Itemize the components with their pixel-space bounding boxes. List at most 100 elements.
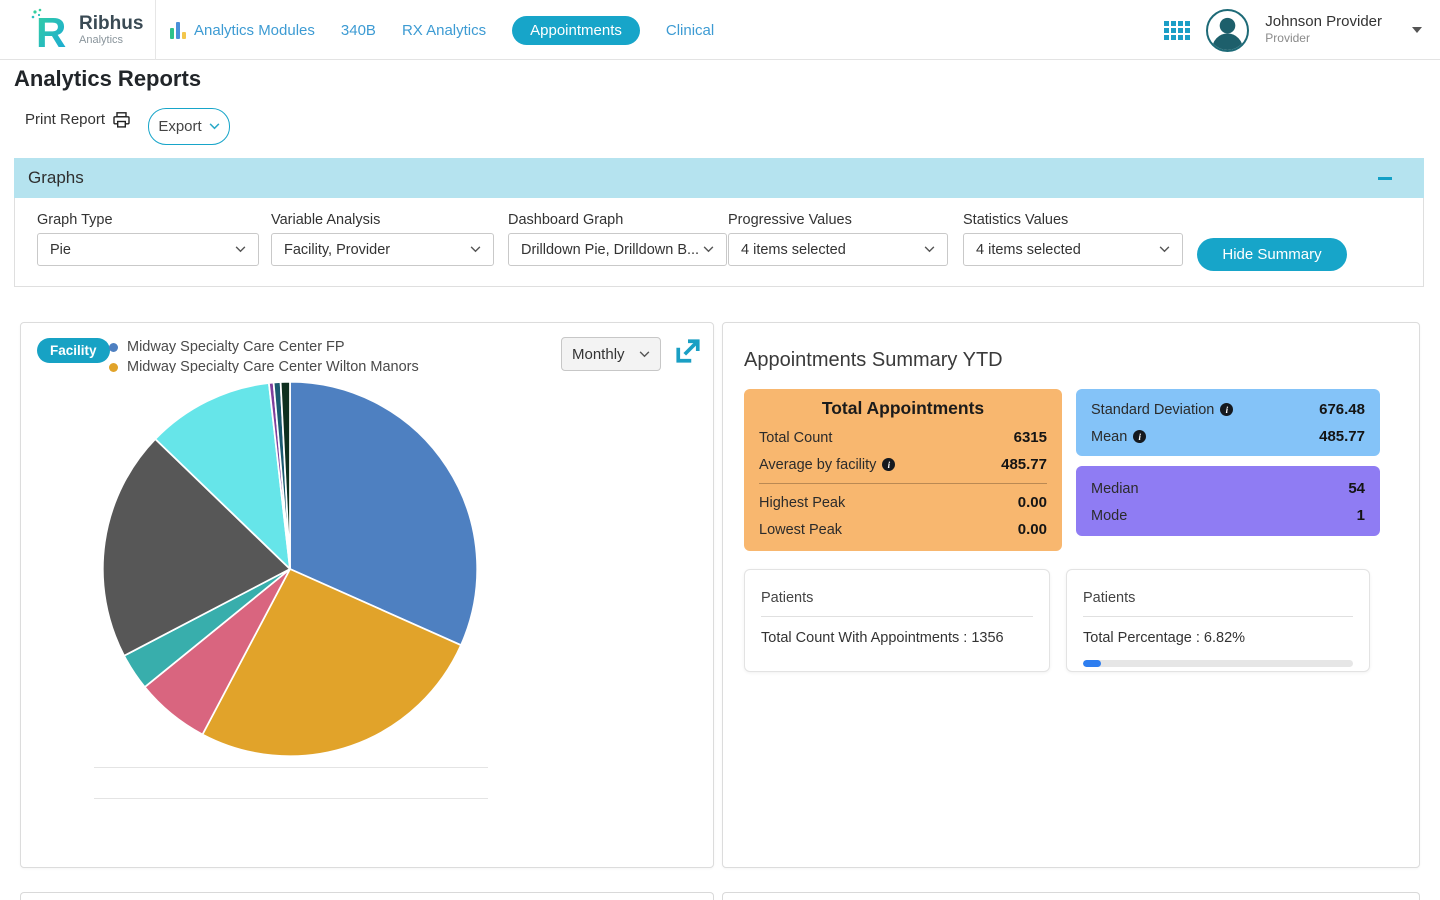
stat-row: Mean i 485.77 [1091, 423, 1365, 450]
stat-row: Average by facility i 485.77 [759, 451, 1047, 478]
expand-chart-icon[interactable] [675, 338, 701, 364]
print-report-button[interactable]: Print Report [25, 111, 130, 128]
page-title: Analytics Reports [14, 66, 201, 92]
nav-label: Analytics Modules [194, 22, 315, 39]
collapse-minus-icon[interactable] [1378, 177, 1392, 180]
apps-grid-icon[interactable] [1164, 21, 1190, 40]
nav-340b[interactable]: 340B [341, 22, 376, 39]
user-info: Johnson Provider Provider [1265, 13, 1382, 47]
chart-legend: Midway Specialty Care Center FP Midway S… [109, 337, 419, 373]
percentage-progress-fill [1083, 660, 1101, 667]
chevron-down-icon [703, 246, 714, 253]
hide-summary-button[interactable]: Hide Summary [1197, 238, 1347, 271]
graphs-panel-header[interactable]: Graphs [14, 158, 1424, 198]
stat-label: Average by facility [759, 457, 876, 473]
stat-row: Total Count 6315 [759, 424, 1047, 451]
info-icon[interactable]: i [1220, 403, 1233, 416]
user-role: Provider [1265, 30, 1382, 47]
statistics-values-select[interactable]: 4 items selected [963, 233, 1183, 266]
stat-row: Standard Deviation i 676.48 [1091, 396, 1365, 423]
legend-label: Midway Specialty Care Center Wilton Mano… [127, 359, 419, 373]
drilldown-divider [94, 798, 488, 799]
filters-panel: Graph Type Pie Variable Analysis Facilit… [14, 198, 1424, 287]
select-value: 4 items selected [976, 242, 1081, 258]
export-label: Export [158, 118, 201, 135]
app-header: R Ribhus Analytics Analytics Modules 340… [0, 0, 1440, 60]
user-menu-caret-icon[interactable] [1412, 27, 1422, 33]
user-avatar[interactable] [1206, 9, 1249, 52]
stat-label: Highest Peak [759, 495, 845, 511]
export-button[interactable]: Export [148, 108, 230, 145]
drilldown-divider [94, 767, 488, 768]
chevron-down-icon [470, 246, 481, 253]
patients-card-title: Patients [1083, 570, 1353, 617]
facility-badge[interactable]: Facility [37, 338, 110, 363]
graph-type-select[interactable]: Pie [37, 233, 259, 266]
legend-item[interactable]: Midway Specialty Care Center Wilton Mano… [109, 357, 419, 373]
progressive-values-select[interactable]: 4 items selected [728, 233, 948, 266]
select-value: Pie [50, 242, 71, 258]
select-value: Monthly [572, 346, 625, 363]
stat-label: Total Count [759, 430, 832, 446]
median-mode-box: Median 54 Mode 1 [1076, 466, 1380, 536]
header-right: Johnson Provider Provider [1164, 0, 1422, 60]
pie-chart-card: Facility Midway Specialty Care Center FP… [20, 322, 714, 868]
pie-chart [96, 375, 484, 763]
chevron-down-icon [1159, 246, 1170, 253]
patients-card-title: Patients [761, 570, 1033, 617]
select-value: 4 items selected [741, 242, 846, 258]
stat-row: Lowest Peak 0.00 [759, 516, 1047, 543]
brand-subtitle: Analytics [79, 34, 143, 47]
chevron-down-icon [209, 123, 220, 130]
bar-chart-icon [170, 21, 186, 39]
deviation-mean-box: Standard Deviation i 676.48 Mean i 485.7… [1076, 389, 1380, 456]
stat-value: 676.48 [1319, 401, 1365, 418]
info-icon[interactable]: i [882, 458, 895, 471]
ribhus-logo-icon: R [30, 7, 72, 53]
legend-item[interactable]: Midway Specialty Care Center FP [109, 337, 419, 357]
brand-section[interactable]: R Ribhus Analytics [0, 0, 156, 60]
printer-icon [113, 112, 130, 128]
total-box-title: Total Appointments [759, 398, 1047, 419]
chevron-down-icon [639, 351, 650, 358]
nav-rx-analytics[interactable]: RX Analytics [402, 22, 486, 39]
patients-card-text: Total Count With Appointments : 1356 [761, 617, 1033, 646]
nav-appointments-active[interactable]: Appointments [512, 16, 640, 45]
variable-analysis-select[interactable]: Facility, Provider [271, 233, 494, 266]
period-select[interactable]: Monthly [561, 337, 661, 371]
filter-label: Dashboard Graph [508, 212, 623, 228]
patients-card-text: Total Percentage : 6.82% [1083, 617, 1353, 646]
appointments-summary-card: Appointments Summary YTD Total Appointme… [722, 322, 1420, 868]
chevron-down-icon [924, 246, 935, 253]
filter-label: Graph Type [37, 212, 113, 228]
stat-value: 54 [1348, 480, 1365, 497]
summary-title: Appointments Summary YTD [744, 349, 1003, 372]
patients-percentage-card: Patients Total Percentage : 6.82% [1066, 569, 1370, 672]
stat-label: Mean [1091, 429, 1127, 445]
select-value: Drilldown Pie, Drilldown B... [521, 242, 699, 258]
stat-value: 485.77 [1001, 456, 1047, 473]
stat-value: 0.00 [1018, 521, 1047, 538]
brand-name: Ribhus [79, 14, 143, 34]
stat-row: Mode 1 [1091, 502, 1365, 529]
partial-card [722, 892, 1420, 900]
user-name: Johnson Provider [1265, 13, 1382, 30]
filter-label: Statistics Values [963, 212, 1068, 228]
select-value: Facility, Provider [284, 242, 390, 258]
percentage-progress-track [1083, 660, 1353, 667]
patients-count-card: Patients Total Count With Appointments :… [744, 569, 1050, 672]
filter-label: Progressive Values [728, 212, 852, 228]
stat-row: Highest Peak 0.00 [759, 489, 1047, 516]
chevron-down-icon [235, 246, 246, 253]
nav-clinical[interactable]: Clinical [666, 22, 714, 39]
nav-analytics-modules[interactable]: Analytics Modules [170, 21, 315, 39]
dashboard-graph-select[interactable]: Drilldown Pie, Drilldown B... [508, 233, 727, 266]
info-icon[interactable]: i [1133, 430, 1146, 443]
graphs-panel-title: Graphs [28, 168, 84, 188]
stat-row: Median 54 [1091, 475, 1365, 502]
svg-text:R: R [36, 9, 66, 53]
stat-value: 0.00 [1018, 494, 1047, 511]
stat-value: 485.77 [1319, 428, 1365, 445]
total-appointments-box: Total Appointments Total Count 6315 Aver… [744, 389, 1062, 551]
legend-dot [109, 363, 118, 372]
